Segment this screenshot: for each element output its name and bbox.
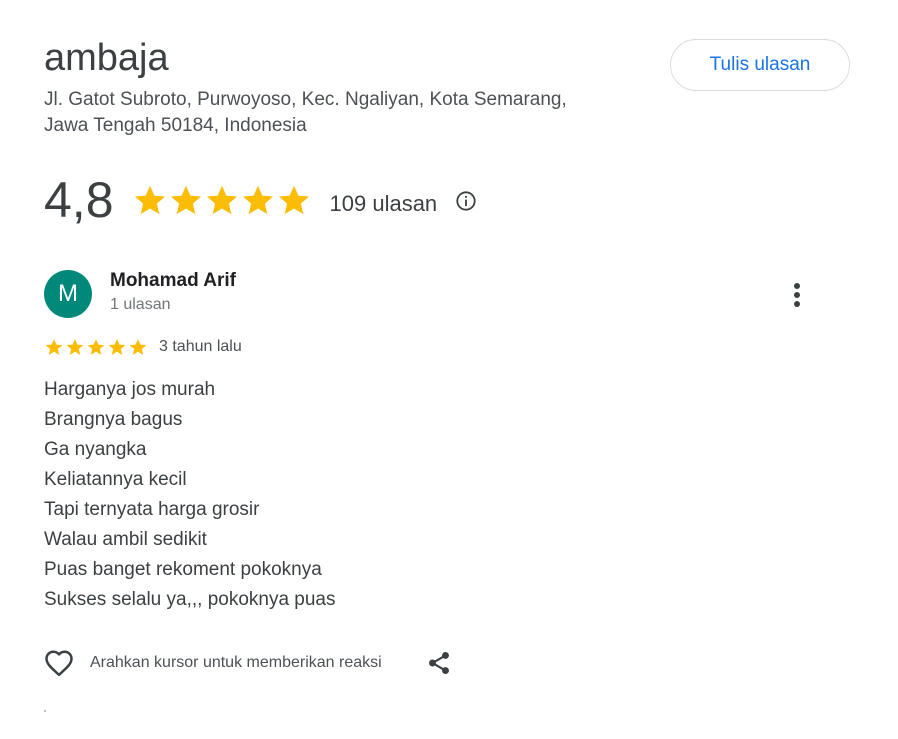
reaction-bar: Arahkan kursor untuk memberikan reaksi (44, 648, 452, 678)
more-vert-icon (794, 283, 800, 307)
more-options-button[interactable] (780, 278, 814, 312)
review-line: Puas banget rekoment pokoknya (44, 559, 322, 580)
star-icon (66, 339, 84, 355)
rating-summary: 4,8 109 ulasan (44, 168, 477, 232)
review-line: Ga nyangka (44, 439, 147, 460)
star-icon (170, 185, 201, 215)
star-icon (129, 339, 147, 355)
rating-stars (132, 182, 312, 218)
share-icon[interactable] (426, 650, 452, 676)
star-icon (134, 185, 165, 215)
star-icon (242, 185, 273, 215)
rating-value: 4,8 (44, 172, 114, 228)
star-icon (206, 185, 237, 215)
heart-icon[interactable] (44, 649, 74, 677)
review-time: 3 tahun lalu (159, 338, 242, 355)
place-title: ambaja (44, 37, 169, 79)
place-address: Jl. Gatot Subroto, Purwoyoso, Kec. Ngali… (44, 87, 644, 139)
avatar[interactable]: M (44, 270, 92, 318)
review-count[interactable]: 109 ulasan (330, 191, 438, 217)
write-review-button[interactable]: Tulis ulasan (670, 39, 850, 91)
review-line: Walau ambil sedikit (44, 529, 207, 550)
star-icon (87, 339, 105, 355)
address-line-1: Jl. Gatot Subroto, Purwoyoso, Kec. Ngali… (44, 89, 567, 110)
reaction-hint: Arahkan kursor untuk memberikan reaksi (90, 654, 382, 671)
review-line: Tapi ternyata harga grosir (44, 499, 260, 520)
star-icon (108, 339, 126, 355)
divider-dot (44, 710, 46, 712)
reviewer-name[interactable]: Mohamad Arif (110, 270, 236, 292)
address-line-2: Jawa Tengah 50184, Indonesia (44, 115, 307, 136)
review-line: Brangnya bagus (44, 409, 183, 430)
star-icon (278, 185, 309, 215)
review-text: Harganya jos murah Brangnya bagus Ga nya… (44, 375, 336, 615)
review-line: Harganya jos murah (44, 379, 216, 400)
review-rating: 3 tahun lalu (44, 336, 242, 358)
review-line: Keliatannya kecil (44, 469, 187, 490)
info-icon[interactable] (455, 190, 477, 212)
star-icon (45, 339, 63, 355)
review-line: Sukses selalu ya,,, pokoknya puas (44, 589, 336, 610)
reviewer-review-count: 1 ulasan (110, 296, 171, 313)
